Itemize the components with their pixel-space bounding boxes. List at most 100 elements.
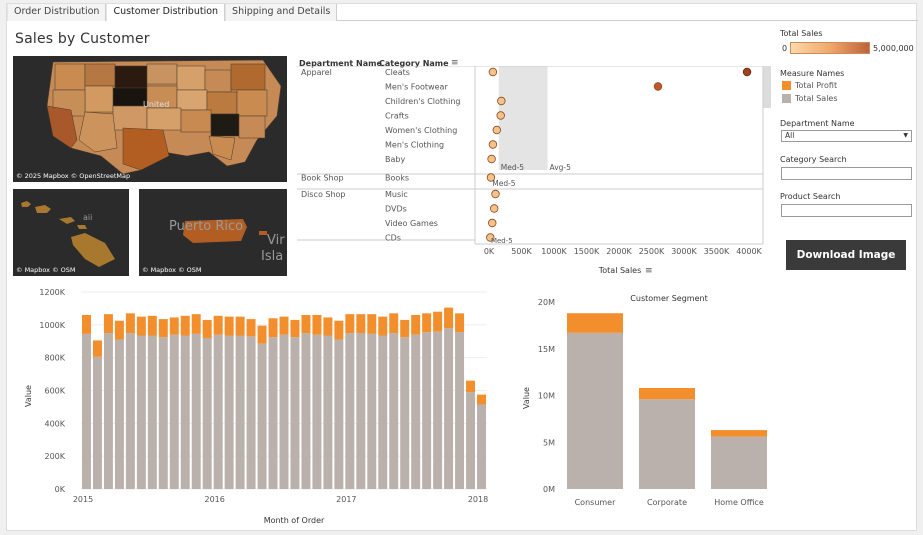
hawaii-map[interactable]: aii © Mapbox © OSM — [13, 189, 129, 276]
total-sales-legend-title: Total Sales — [780, 29, 823, 38]
bar-total-profit — [268, 318, 278, 338]
bar-total-profit — [378, 316, 388, 336]
tab-shipping-and-details[interactable]: Shipping and Details — [225, 4, 338, 21]
bar-total-sales — [268, 337, 278, 489]
tab-order-distribution[interactable]: Order Distribution — [7, 4, 107, 21]
bar-total-profit — [191, 314, 201, 334]
us-map-shapes — [46, 59, 282, 175]
map-credit: © 2025 Mapbox © OpenStreetMap — [16, 172, 131, 180]
category-sales-dot — [497, 96, 506, 106]
bar-total-profit — [312, 314, 322, 335]
bar-total-profit — [213, 315, 223, 335]
category-sales-dot-plot: Apparel Cleats Men's Footwear Children's Cl… — [297, 66, 771, 276]
x-tick-label: Consumer — [575, 498, 617, 507]
customer-segment-bar-chart: Customer Segment 0M 5M 10M 15M 20M Value Consum… — [522, 294, 767, 507]
bar-total-sales — [235, 335, 245, 489]
bar-total-sales — [567, 332, 623, 489]
y-axis-title: Value — [522, 387, 531, 409]
category-label: Books — [385, 174, 409, 183]
bar-total-sales — [367, 333, 377, 489]
bar-total-profit — [356, 314, 366, 334]
virgin-islands-label: Vir — [267, 233, 285, 248]
y-tick-label: 1200K — [39, 288, 65, 297]
bar-total-sales — [82, 333, 91, 489]
hawaii-shapes — [21, 201, 115, 267]
reference-line-median: Med-5 — [501, 163, 525, 172]
us-map[interactable]: United © 2025 Mapbox © OpenStreetMap — [13, 56, 287, 182]
product-search-label: Product Search — [780, 192, 841, 201]
puerto-rico-credit: © Mapbox © OSM — [142, 266, 202, 274]
category-sales-dot — [742, 67, 752, 77]
x-tick-label: 500K — [511, 247, 532, 256]
y-tick-label: 600K — [44, 387, 65, 396]
bar-total-profit — [455, 313, 465, 333]
category-search-input[interactable] — [781, 167, 912, 180]
sort-icon: ≡ — [645, 266, 653, 276]
x-tick-label: 2016 — [204, 495, 224, 504]
x-tick-label: 1000K — [541, 247, 567, 256]
bar-total-profit — [367, 314, 377, 334]
bar-total-sales — [639, 399, 695, 489]
x-axis-title: Month of Order — [264, 516, 325, 525]
bar-total-sales — [290, 337, 300, 489]
bar-total-sales — [356, 333, 366, 489]
department-filter-dropdown[interactable]: All ▼ — [781, 130, 912, 142]
bar-total-profit — [323, 317, 333, 336]
category-label: Video Games — [385, 219, 438, 228]
x-tick-label: 2000K — [606, 247, 632, 256]
total-sales-swatch — [782, 94, 791, 103]
x-tick-label: 3500K — [704, 247, 730, 256]
bar-total-sales — [411, 334, 421, 489]
bar-total-sales — [213, 334, 223, 489]
bar-total-profit — [202, 319, 212, 338]
measure-legend-total-sales[interactable]: Total Sales — [782, 94, 838, 103]
total-profit-label: Total Profit — [795, 81, 838, 90]
bar-total-profit — [567, 313, 623, 333]
bar-total-profit — [257, 325, 267, 344]
tab-customer-distribution[interactable]: Customer Distribution — [106, 4, 226, 21]
bar-total-profit — [711, 430, 767, 437]
bar-total-profit — [345, 314, 355, 334]
download-image-button[interactable]: Download Image — [786, 240, 906, 270]
department-label: Apparel — [301, 68, 332, 77]
bar-total-profit — [334, 320, 344, 340]
chart-title: Customer Segment — [630, 294, 707, 303]
category-sales-dot — [496, 111, 505, 120]
bar-total-profit — [411, 314, 421, 335]
hawaii-credit: © Mapbox © OSM — [16, 266, 76, 274]
bar-total-sales — [136, 335, 146, 489]
bar-total-profit — [466, 380, 476, 393]
product-search-input[interactable] — [781, 204, 912, 217]
dot-plot-scrollbar — [763, 66, 771, 108]
dot-plot-group: Apparel Cleats Men's Footwear Children's Cl… — [297, 66, 771, 276]
bar-total-sales — [444, 328, 454, 489]
x-tick-label: 2017 — [336, 495, 356, 504]
bar-total-sales — [400, 337, 410, 489]
bar-total-profit — [136, 316, 146, 336]
chevron-down-icon: ▼ — [903, 132, 908, 139]
department-label: Book Shop — [301, 174, 344, 183]
y-tick-label: 800K — [44, 354, 65, 363]
bar-total-profit — [114, 320, 124, 340]
bar-total-profit — [103, 314, 113, 334]
bar-total-sales — [345, 333, 355, 489]
category-label: Children's Clothing — [385, 97, 460, 106]
bar-total-sales — [92, 356, 102, 489]
measure-legend-total-profit[interactable]: Total Profit — [782, 81, 837, 90]
bar-total-profit — [169, 317, 179, 335]
category-search-label: Category Search — [780, 155, 847, 164]
bar-total-sales — [114, 339, 124, 489]
reference-band — [498, 66, 548, 170]
bar-total-sales — [125, 333, 135, 489]
monthly-value-bar-chart: 0K 200K 400K 600K 800K 1000K 1200K Value 2015 201… — [24, 288, 488, 525]
bar-total-profit — [279, 316, 289, 335]
bar-total-profit — [639, 388, 695, 400]
x-tick-label: 2500K — [639, 247, 665, 256]
bar-total-sales — [180, 335, 190, 489]
bar-total-profit — [400, 319, 410, 338]
puerto-rico-map[interactable]: Puerto Rico Vir Isla © Mapbox © OSM — [139, 189, 287, 276]
bar-total-profit — [235, 316, 245, 336]
y-tick-label: 20M — [538, 298, 555, 307]
bar-total-sales — [433, 331, 443, 489]
bar-total-sales — [169, 334, 179, 489]
